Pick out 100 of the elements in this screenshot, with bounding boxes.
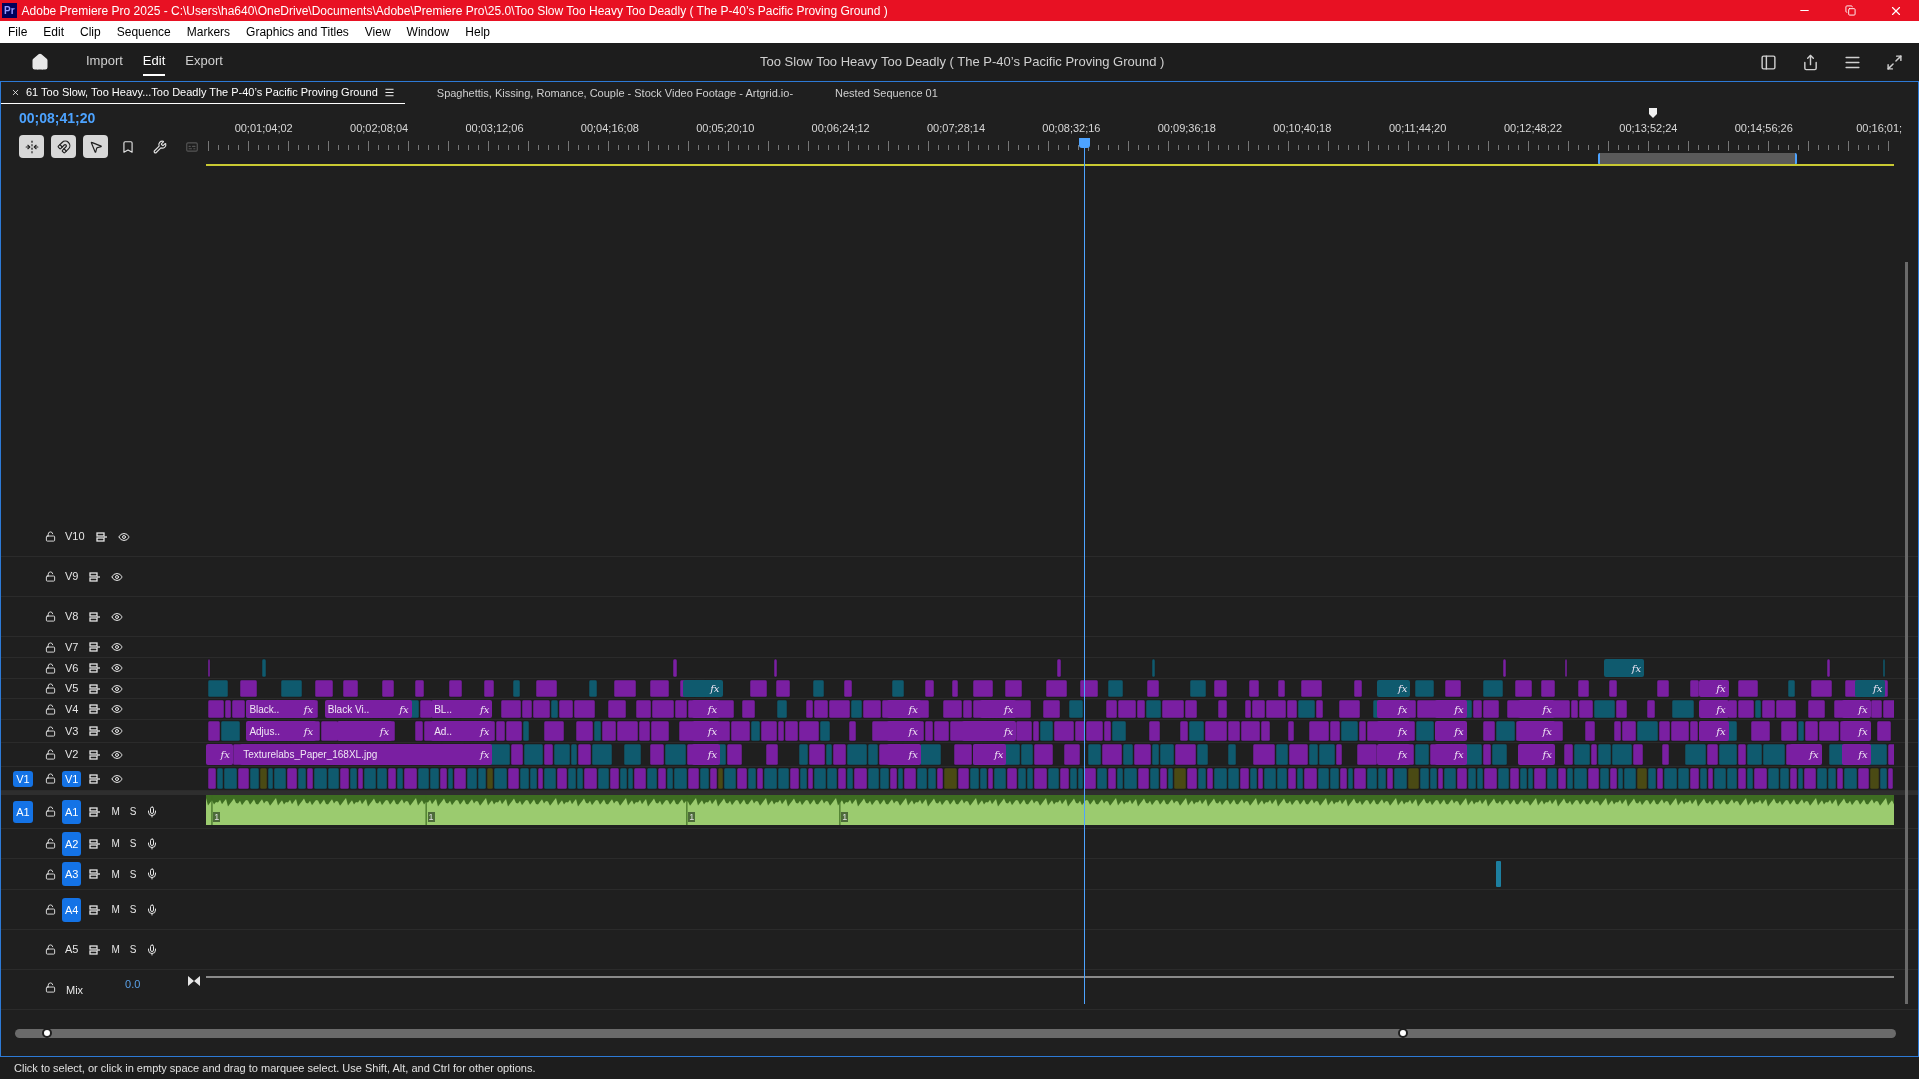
- lock-icon[interactable]: [45, 749, 56, 760]
- fx-badge[interactable]: fx: [1809, 747, 1819, 762]
- bowtie-icon[interactable]: [188, 976, 200, 986]
- sequence-tab[interactable]: Spaghettis, Kissing, Romance, Couple - Stock Video Footage - Artgrid.io-: [426, 82, 804, 104]
- video-clip[interactable]: fx: [979, 700, 1017, 718]
- solo-button[interactable]: S: [129, 902, 137, 917]
- video-clip[interactable]: fx: [691, 700, 721, 718]
- lock-icon[interactable]: [45, 683, 56, 694]
- eye-icon[interactable]: [111, 703, 124, 715]
- mute-button[interactable]: M: [111, 866, 120, 882]
- lock-icon[interactable]: [45, 571, 56, 582]
- fx-badge[interactable]: fx: [1454, 723, 1464, 739]
- track-output-icon[interactable]: [89, 749, 102, 760]
- lock-icon[interactable]: [45, 982, 56, 993]
- timecode[interactable]: 00;08;41;20: [19, 108, 206, 129]
- playhead-handle[interactable]: [1078, 138, 1090, 148]
- eye-icon[interactable]: [111, 772, 124, 785]
- home-icon[interactable]: [31, 53, 49, 71]
- menu-item[interactable]: Graphics and Titles: [246, 23, 349, 41]
- fx-badge[interactable]: fx: [1003, 723, 1014, 739]
- menu-icon[interactable]: [383, 87, 395, 98]
- marker-icon[interactable]: [1648, 108, 1657, 118]
- track-output-icon[interactable]: [89, 571, 102, 582]
- video-clip[interactable]: fx: [1699, 700, 1729, 718]
- track-name[interactable]: V5: [62, 680, 82, 697]
- video-clip[interactable]: fx: [1434, 721, 1467, 741]
- fx-badge[interactable]: fx: [1858, 701, 1868, 717]
- menu-item[interactable]: Sequence: [116, 23, 171, 41]
- video-clip[interactable]: fx: [1377, 744, 1411, 765]
- close-icon[interactable]: [11, 88, 20, 97]
- video-clip[interactable]: Texturelabs_Paper_168XL.jpg fx: [240, 744, 493, 765]
- scroll-handle[interactable]: [1398, 1027, 1408, 1038]
- track-name[interactable]: A4: [62, 897, 82, 922]
- video-clip[interactable]: fx: [1854, 680, 1886, 697]
- video-clip[interactable]: fx: [886, 700, 921, 718]
- track-output-icon[interactable]: [89, 773, 102, 784]
- share-icon[interactable]: [1802, 53, 1819, 71]
- video-clip[interactable]: fx: [1377, 700, 1411, 718]
- track-output-icon[interactable]: [89, 869, 102, 879]
- mute-button[interactable]: M: [111, 942, 120, 957]
- lock-icon[interactable]: [45, 806, 56, 817]
- mix-volume[interactable]: 0.0: [125, 976, 141, 993]
- fx-badge[interactable]: fx: [379, 723, 390, 739]
- track-name[interactable]: V2: [62, 746, 82, 763]
- vertical-scrollbar[interactable]: [1905, 262, 1908, 1004]
- menu-item[interactable]: File: [8, 23, 28, 41]
- fx-badge[interactable]: fx: [707, 701, 718, 717]
- fx-badge[interactable]: fx: [994, 747, 1004, 762]
- workspace-tab[interactable]: Edit: [142, 48, 166, 76]
- video-clip[interactable]: fx: [886, 744, 921, 765]
- track-output-icon[interactable]: [89, 683, 102, 694]
- fx-badge[interactable]: fx: [303, 723, 314, 739]
- video-clip[interactable]: fx: [973, 744, 1007, 765]
- track-name[interactable]: V6: [62, 659, 82, 677]
- track-name[interactable]: V1: [62, 770, 82, 787]
- mic-icon[interactable]: [146, 805, 159, 818]
- video-clip[interactable]: fx: [1699, 680, 1729, 697]
- video-clip[interactable]: fx: [1699, 721, 1729, 741]
- track-name[interactable]: V4: [62, 700, 82, 718]
- eye-icon[interactable]: [111, 662, 124, 674]
- mic-icon[interactable]: [146, 868, 159, 880]
- lock-icon[interactable]: [45, 773, 56, 784]
- fx-badge[interactable]: fx: [1003, 701, 1014, 717]
- mute-button[interactable]: M: [111, 804, 120, 819]
- track-output-icon[interactable]: [89, 838, 102, 849]
- fx-badge[interactable]: fx: [1631, 660, 1642, 676]
- work-area-bar[interactable]: [1597, 153, 1798, 165]
- track-output-icon[interactable]: [89, 642, 102, 652]
- source-patch[interactable]: V1: [13, 770, 33, 787]
- mic-icon[interactable]: [146, 837, 159, 850]
- source-patch[interactable]: A1: [13, 800, 33, 823]
- track-output-icon[interactable]: [89, 944, 102, 955]
- track-name[interactable]: V7: [62, 638, 82, 656]
- track-name[interactable]: A3: [62, 862, 82, 886]
- fx-badge[interactable]: fx: [707, 723, 718, 739]
- lock-icon[interactable]: [45, 703, 56, 715]
- menu-item[interactable]: Window: [406, 23, 450, 41]
- video-clip[interactable]: fx: [962, 721, 1017, 741]
- insert-tool-button[interactable]: [19, 135, 44, 158]
- track-output-icon[interactable]: [89, 663, 102, 673]
- video-clip[interactable]: Black Vi.. fx: [324, 700, 412, 718]
- lock-icon[interactable]: [45, 611, 56, 622]
- track-name[interactable]: V8: [62, 608, 82, 625]
- track-name[interactable]: A1: [62, 799, 82, 824]
- mic-icon[interactable]: [146, 943, 159, 956]
- menu-item[interactable]: View: [364, 23, 391, 41]
- fx-badge[interactable]: fx: [1858, 723, 1868, 739]
- lock-icon[interactable]: [45, 641, 56, 653]
- track-name[interactable]: A2: [62, 831, 82, 856]
- lock-icon[interactable]: [45, 838, 56, 849]
- eye-icon[interactable]: [117, 530, 130, 543]
- linked-tool-button[interactable]: [83, 135, 108, 158]
- solo-button[interactable]: S: [129, 942, 137, 957]
- fx-badge[interactable]: fx: [1398, 681, 1408, 696]
- eye-icon[interactable]: [111, 682, 124, 695]
- workspace-tab[interactable]: Import: [86, 48, 123, 76]
- fx-badge[interactable]: fx: [710, 681, 720, 696]
- solo-button[interactable]: S: [129, 866, 137, 882]
- video-clip[interactable]: fx: [691, 744, 721, 765]
- video-clip[interactable]: fx: [1842, 700, 1871, 718]
